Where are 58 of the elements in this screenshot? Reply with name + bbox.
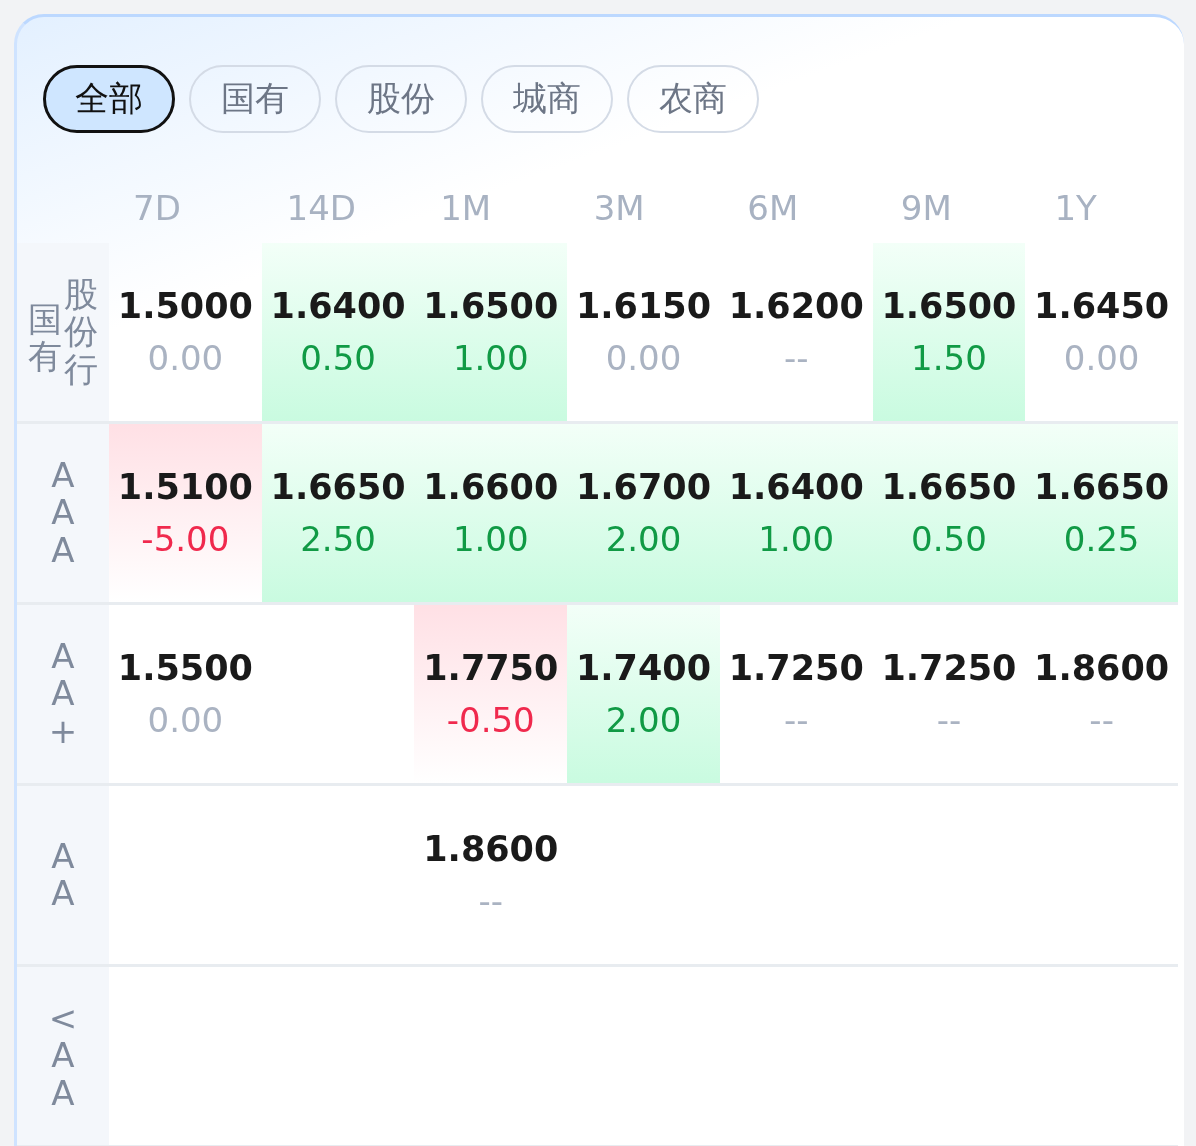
rate-value: 1.6150	[575, 286, 711, 326]
filter-tab[interactable]: 农商	[627, 65, 759, 133]
rate-change: 2.50	[300, 519, 376, 559]
rate-value: 1.6650	[881, 467, 1017, 507]
rate-change: 1.00	[452, 519, 529, 559]
rate-value: 1.7750	[423, 648, 559, 688]
column-header: 1M	[439, 188, 493, 228]
column-header: 9M	[899, 188, 953, 228]
column-header: 14D	[285, 188, 357, 228]
rate-change: 0.00	[1063, 338, 1140, 378]
rate-change: 0.50	[300, 338, 376, 378]
row-label: AAA	[17, 424, 109, 602]
filter-tab[interactable]: 全部	[43, 65, 175, 133]
column-header: 6M	[746, 188, 800, 228]
rate-change: 0.50	[911, 519, 987, 559]
rate-change: --	[783, 338, 809, 378]
rate-value: 1.6600	[423, 467, 559, 507]
rate-value: 1.8600	[423, 829, 559, 869]
rate-value: 1.6500	[881, 286, 1017, 326]
rate-value: 1.6500	[423, 286, 559, 326]
rate-value: 1.6700	[575, 467, 711, 507]
rate-change: 1.50	[911, 338, 987, 378]
rate-value: 1.7250	[881, 648, 1017, 688]
rate-value: 1.8600	[1034, 648, 1170, 688]
rate-change: 1.00	[452, 338, 529, 378]
rate-change: 1.00	[758, 519, 835, 559]
rate-change: 0.25	[1063, 519, 1140, 559]
rate-value: 1.6650	[270, 467, 406, 507]
rate-change: 0.00	[147, 338, 224, 378]
column-header: 3M	[592, 188, 646, 228]
rate-change: -0.50	[446, 700, 535, 740]
column-header: 7D	[132, 188, 182, 228]
filter-tab[interactable]: 国有	[189, 65, 321, 133]
rate-change: 0.00	[605, 338, 682, 378]
rate-value: 1.6450	[1034, 286, 1170, 326]
rate-change: --	[936, 700, 962, 740]
rate-change: --	[1089, 700, 1114, 740]
row-label: AA	[17, 786, 109, 964]
rate-change: --	[783, 700, 809, 740]
row-label: <AA	[17, 967, 109, 1145]
rate-value: 1.6400	[270, 286, 406, 326]
rate-value: 1.6400	[728, 467, 864, 507]
rate-value: 1.7250	[728, 648, 864, 688]
filter-tab[interactable]: 股份	[335, 65, 467, 133]
rate-value: 1.5100	[117, 467, 253, 507]
row-label: AA+	[17, 605, 109, 783]
rate-change: -5.00	[141, 519, 230, 559]
rate-change: --	[478, 881, 504, 921]
filter-tab[interactable]: 城商	[481, 65, 613, 133]
rate-change: 2.00	[605, 700, 682, 740]
rate-value: 1.6650	[1034, 467, 1170, 507]
rate-value: 1.7400	[575, 648, 711, 688]
rate-value: 1.5500	[117, 648, 253, 688]
rate-value: 1.5000	[117, 286, 253, 326]
rate-value: 1.6200	[728, 286, 864, 326]
column-header: 1Y	[1053, 188, 1098, 228]
rate-change: 2.00	[605, 519, 682, 559]
rate-change: 0.00	[147, 700, 224, 740]
